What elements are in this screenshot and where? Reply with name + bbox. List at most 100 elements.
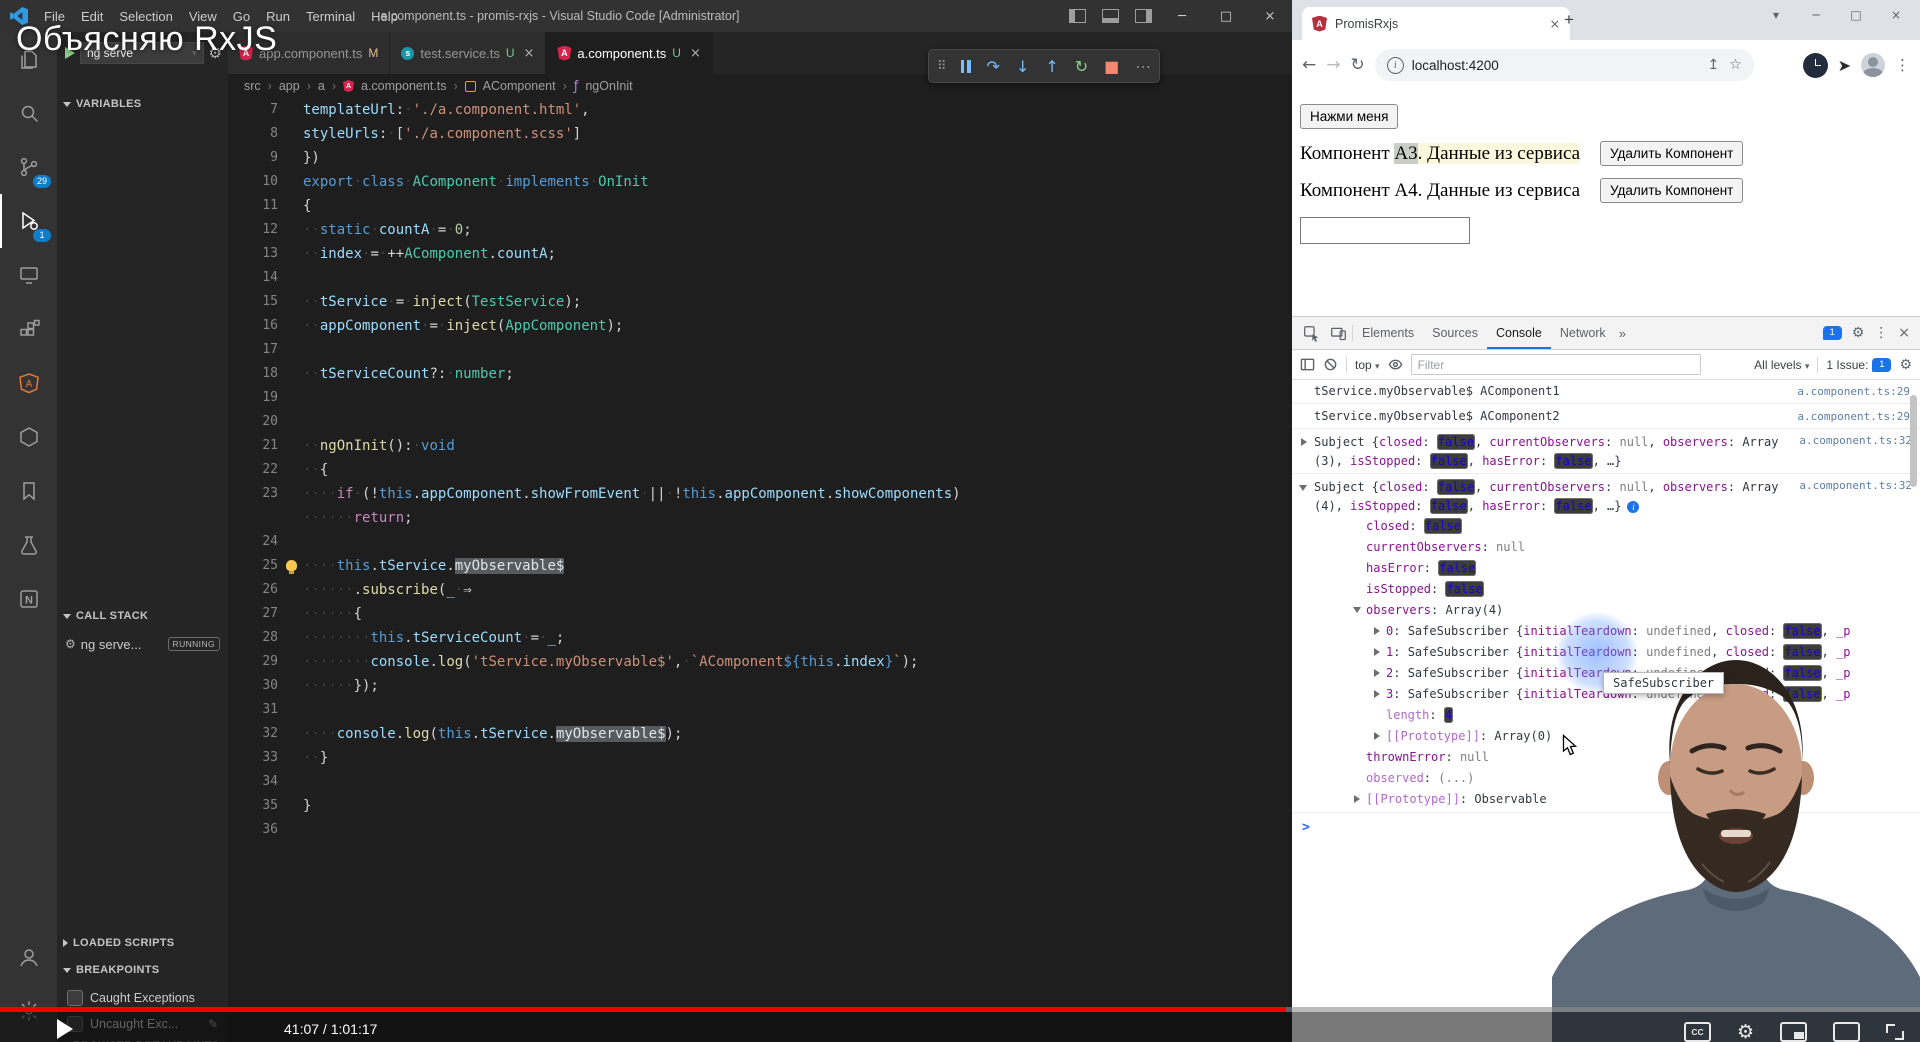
checkbox[interactable] — [67, 990, 83, 1006]
chrome-menu-icon[interactable]: ⋮ — [1895, 56, 1910, 74]
issues-chip[interactable]: 1 Issue: 1 — [1826, 357, 1892, 372]
console-settings-gear-icon[interactable]: ⚙ — [1899, 357, 1912, 373]
new-tab-button[interactable]: + — [1564, 10, 1574, 30]
console-sidebar-icon[interactable] — [1300, 357, 1315, 372]
maximize-button[interactable]: □ — [1836, 2, 1876, 28]
context-selector[interactable]: top ▾ — [1355, 358, 1380, 372]
issues-counter-icon[interactable]: 1 — [1822, 326, 1842, 340]
delete-component-button[interactable]: Удалить Компонент — [1600, 141, 1744, 166]
source-link[interactable]: a.component.ts:32 — [1789, 479, 1912, 492]
click-me-button[interactable]: Нажми меня — [1300, 104, 1399, 129]
minimize-button[interactable]: ─ — [1160, 0, 1204, 32]
restart-icon[interactable]: ↻ — [1075, 57, 1088, 76]
devtools-tab-network[interactable]: Network — [1551, 317, 1615, 349]
expand-arrow-icon[interactable] — [1374, 732, 1380, 740]
video-settings-gear-icon[interactable]: ⚙ — [1737, 1023, 1754, 1042]
extension-cursor-icon[interactable]: ➤ — [1838, 56, 1851, 75]
variables-section-header[interactable]: VARIABLES — [57, 94, 228, 114]
expand-arrow-icon[interactable] — [1374, 669, 1380, 677]
source-control-icon[interactable]: 29 — [0, 140, 57, 194]
more-actions-icon[interactable]: ⋯ — [1135, 57, 1151, 76]
drag-handle-icon[interactable]: ⠿ — [937, 59, 946, 74]
forward-icon[interactable]: → — [1326, 55, 1340, 75]
console-property-row[interactable]: currentObservers: null — [1314, 537, 1912, 558]
breadcrumb-item[interactable]: AComponent — [483, 79, 556, 93]
run-and-debug-icon[interactable]: 1 — [0, 194, 57, 248]
devtools-close-icon[interactable]: × — [1898, 325, 1910, 341]
breakpoints-section-header[interactable]: BREAKPOINTS — [57, 960, 228, 980]
reload-icon[interactable]: ↻ — [1351, 55, 1365, 75]
console-filter-input[interactable]: Filter — [1410, 354, 1701, 375]
pause-icon[interactable] — [960, 59, 971, 73]
site-info-icon[interactable]: i — [1386, 56, 1404, 74]
callstack-section-header[interactable]: CALL STACK — [57, 606, 228, 626]
collapse-arrow-icon[interactable] — [1353, 607, 1361, 613]
step-over-icon[interactable]: ↷ — [987, 57, 1000, 76]
loaded-scripts-section-header[interactable]: LOADED SCRIPTS — [57, 933, 228, 953]
tab-close-icon[interactable]: × — [690, 46, 701, 61]
devtools-tab-elements[interactable]: Elements — [1353, 317, 1423, 349]
collapse-arrow-icon[interactable] — [1299, 485, 1307, 491]
more-tabs-icon[interactable]: » — [1615, 326, 1630, 341]
maximize-button[interactable]: □ — [1204, 0, 1248, 32]
breadcrumb-item[interactable]: src — [244, 79, 261, 93]
console-property-row[interactable]: closed: false — [1314, 516, 1912, 537]
step-out-icon[interactable]: ↑ — [1045, 57, 1058, 76]
clear-console-icon[interactable] — [1323, 357, 1338, 372]
tab-a.component.ts[interactable]: Aa.component.ts U × — [546, 32, 713, 74]
extensions-icon[interactable] — [0, 302, 57, 356]
text-input[interactable] — [1300, 217, 1470, 244]
back-icon[interactable]: ← — [1302, 55, 1316, 75]
tab-close-icon[interactable]: × — [524, 46, 535, 61]
expand-arrow-icon[interactable] — [1374, 690, 1380, 698]
devtools-menu-icon[interactable]: ⋮ — [1874, 325, 1888, 341]
toggle-sidebar-icon[interactable] — [1069, 9, 1086, 23]
browser-tab[interactable]: A PromisRxjs × — [1302, 7, 1570, 40]
tab-search-icon[interactable]: ▾ — [1756, 2, 1796, 28]
expand-arrow-icon[interactable] — [1354, 795, 1360, 803]
breadcrumb-item[interactable]: a — [318, 79, 325, 93]
miniplayer-icon[interactable] — [1780, 1022, 1807, 1042]
profile-avatar[interactable] — [1861, 53, 1885, 77]
expand-arrow-icon[interactable] — [1301, 438, 1307, 446]
source-link[interactable]: a.component.ts:32 — [1789, 434, 1912, 447]
code-editor[interactable]: 7 templateUrl:·'./a.component.html', 8 styl… — [228, 98, 1292, 1042]
search-icon[interactable] — [0, 86, 57, 140]
theater-mode-icon[interactable] — [1833, 1022, 1860, 1042]
subtitles-icon[interactable]: CC — [1683, 1022, 1711, 1042]
video-play-icon[interactable] — [57, 1019, 73, 1039]
toggle-secondary-sidebar-icon[interactable] — [1135, 9, 1152, 23]
expand-arrow-icon[interactable] — [1374, 627, 1380, 635]
close-button[interactable]: × — [1248, 0, 1292, 32]
close-button[interactable]: × — [1876, 2, 1916, 28]
breadcrumb-item[interactable]: ngOnInit — [585, 79, 632, 93]
address-bar[interactable]: i localhost:4200 ↥ ☆ — [1374, 49, 1754, 81]
minimize-button[interactable]: ─ — [1796, 2, 1836, 28]
accounts-icon[interactable] — [0, 930, 57, 984]
devtools-tab-sources[interactable]: Sources — [1423, 317, 1487, 349]
bookmarks-icon[interactable] — [0, 464, 57, 518]
device-toolbar-icon[interactable] — [1330, 325, 1347, 342]
breadcrumb-item[interactable]: a.component.ts — [361, 79, 446, 93]
share-icon[interactable]: ↥ — [1707, 57, 1719, 73]
debug-session-row[interactable]: ⚙ ng serve... RUNNING — [57, 632, 228, 656]
log-levels-select[interactable]: All levels ▾ — [1754, 358, 1809, 372]
step-into-icon[interactable]: ↓ — [1016, 57, 1029, 76]
breadcrumb-item[interactable]: app — [279, 79, 300, 93]
source-link[interactable]: a.component.ts:29 — [1787, 410, 1910, 423]
live-expression-eye-icon[interactable] — [1388, 357, 1403, 372]
stop-icon[interactable]: ■ — [1104, 57, 1119, 76]
fullscreen-icon[interactable] — [1886, 1024, 1904, 1040]
remote-explorer-icon[interactable] — [0, 248, 57, 302]
info-icon[interactable]: i — [1627, 501, 1640, 513]
scrollbar-thumb[interactable] — [1910, 395, 1917, 487]
devtools-tab-console[interactable]: Console — [1487, 317, 1551, 349]
console-object-entry[interactable]: Subject {closed: false, currentObservers… — [1292, 429, 1920, 474]
angular-icon[interactable]: A — [0, 356, 57, 410]
toggle-panel-icon[interactable] — [1102, 9, 1119, 23]
lightbulb-icon[interactable] — [286, 560, 297, 574]
console-property-row[interactable]: isStopped: false — [1314, 579, 1912, 600]
nx-console-icon[interactable]: N — [0, 572, 57, 626]
source-link[interactable]: a.component.ts:29 — [1787, 385, 1910, 398]
devtools-settings-gear-icon[interactable]: ⚙ — [1852, 325, 1865, 341]
